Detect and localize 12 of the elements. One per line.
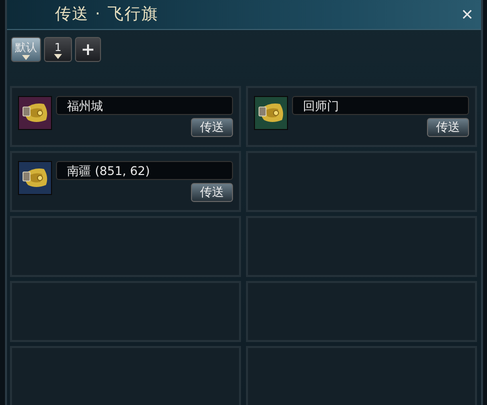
teleport-button[interactable]: 传送 <box>191 118 233 137</box>
add-button[interactable]: + <box>75 37 101 62</box>
location-name-field[interactable]: 回师门 <box>292 96 469 115</box>
window-title: 传送 · 飞行旗 <box>55 4 158 25</box>
location-name-field[interactable]: 南疆 (851, 62) <box>56 161 233 180</box>
tab[interactable]: 1 <box>44 37 72 62</box>
close-button[interactable]: × <box>459 4 475 24</box>
location-name-field[interactable]: 福州城 <box>56 96 233 115</box>
caret-icon <box>22 54 30 60</box>
teleport-button[interactable]: 传送 <box>191 183 233 202</box>
caret-icon <box>54 54 62 58</box>
teleport-button[interactable]: 传送 <box>427 118 469 137</box>
